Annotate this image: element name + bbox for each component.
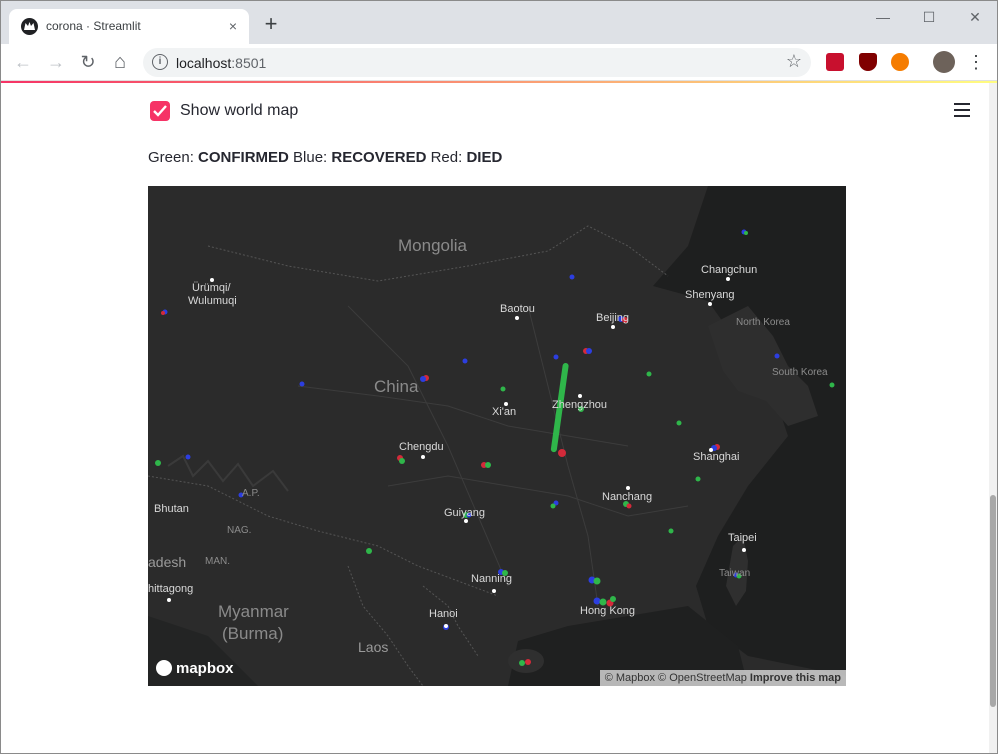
url-host: localhost <box>176 55 232 71</box>
address-bar[interactable]: i localhost:8501 ☆ <box>143 48 811 77</box>
city-dot <box>708 302 712 306</box>
mapbox-logo-icon <box>156 660 172 676</box>
legend-red-label: Red: <box>426 149 467 166</box>
map-label-manipur: MAN. <box>205 556 230 567</box>
legend-blue-value: RECOVERED <box>331 149 427 166</box>
city-dot <box>167 598 171 602</box>
map-label-north-korea: North Korea <box>736 317 790 328</box>
improve-map-link[interactable]: Improve this map <box>750 672 841 684</box>
browser-tab[interactable]: corona · Streamlit × <box>9 9 249 44</box>
streamlit-app: Show world map Green: CONFIRMED Blue: RE… <box>1 83 997 753</box>
map-label-chengdu: Chengdu <box>399 441 444 453</box>
back-icon[interactable]: ← <box>12 51 34 73</box>
extension-icon[interactable] <box>826 53 844 71</box>
tab-close-icon[interactable]: × <box>225 18 241 34</box>
legend-red-value: DIED <box>466 149 503 166</box>
legend-green-value: CONFIRMED <box>198 149 289 166</box>
extension-icon[interactable] <box>859 53 877 71</box>
map-label-myanmar: Myanmar <box>218 602 289 621</box>
city-dot <box>611 325 615 329</box>
attribution-text[interactable]: © Mapbox © OpenStreetMap <box>605 672 747 684</box>
map-label-wulumuqi: Wulumuqi <box>188 295 237 307</box>
page-scrollbar[interactable] <box>989 83 997 753</box>
city-dot <box>726 277 730 281</box>
legend-blue-label: Blue: <box>288 149 332 166</box>
new-tab-button[interactable]: + <box>261 13 281 35</box>
city-dot <box>742 548 746 552</box>
map-label-changchun: Changchun <box>701 264 758 276</box>
map-label-nanning: Nanning <box>471 573 512 585</box>
close-window-button[interactable]: ✕ <box>965 7 985 27</box>
mapbox-logo-text: mapbox <box>176 660 234 677</box>
map-label-nanchang: Nanchang <box>602 491 653 503</box>
city-dot <box>626 486 630 490</box>
legend-green-label: Green: <box>148 149 199 166</box>
star-icon[interactable]: ☆ <box>786 51 802 72</box>
checkbox-label[interactable]: Show world map <box>180 102 298 120</box>
browser-toolbar: ← → ↻ ⌂ i localhost:8501 ☆ ⋮ <box>1 44 997 81</box>
city-dot <box>578 394 582 398</box>
map-label-nag: NAG. <box>227 525 252 536</box>
mapbox-logo[interactable]: mapbox <box>156 660 234 677</box>
maximize-button[interactable]: ☐ <box>919 7 939 27</box>
tab-title: corona · Streamlit <box>46 19 141 33</box>
city-dot <box>444 624 448 628</box>
city-dot <box>421 455 425 459</box>
title-bar: corona · Streamlit × + — ☐ ✕ <box>1 1 997 44</box>
map-label-burma: (Burma) <box>222 624 284 643</box>
map-label-shanghai: Shanghai <box>693 451 740 463</box>
show-world-map-checkbox[interactable] <box>150 101 170 121</box>
forward-icon[interactable]: → <box>45 51 67 73</box>
map-label-ap: A.P. <box>242 488 260 499</box>
hamburger-menu-icon[interactable] <box>954 103 970 117</box>
map-label-urumqi: Ürümqi/ <box>192 282 231 294</box>
map-label-south-korea: South Korea <box>772 367 828 378</box>
browser-window: corona · Streamlit × + — ☐ ✕ ← → ↻ ⌂ i l… <box>0 0 998 754</box>
url-text[interactable]: localhost:8501 <box>176 55 266 71</box>
extension-icon[interactable] <box>891 53 909 71</box>
map-label-baotou: Baotou <box>500 303 535 315</box>
city-dot <box>464 519 468 523</box>
checkmark-icon <box>153 105 167 117</box>
scrollbar-thumb[interactable] <box>990 495 996 707</box>
city-dot <box>515 316 519 320</box>
map-label-xian: Xi'an <box>492 406 517 418</box>
map-label-beijing: Beijing <box>596 312 630 324</box>
map-label-bhutan: Bhutan <box>154 503 189 515</box>
map-label-hanoi: Hanoi <box>429 608 458 620</box>
map-label-zhengzhou: Zhengzhou <box>552 399 608 411</box>
map-label-guiyang: Guiyang <box>444 507 485 519</box>
map-label-mongolia: Mongolia <box>398 236 467 255</box>
map-label-taipei: Taipei <box>728 532 757 544</box>
map-attribution: © Mapbox © OpenStreetMap Improve this ma… <box>599 670 846 686</box>
map-label-bangladesh: adesh <box>148 554 187 570</box>
url-port: :8501 <box>231 55 267 71</box>
home-icon[interactable]: ⌂ <box>109 51 131 73</box>
city-dot <box>492 589 496 593</box>
map-label-chittagong: hittagong <box>148 583 194 595</box>
map-canvas[interactable]: Mongolia Changchun Shenyang Ürümqi/ Wulu… <box>148 186 846 686</box>
color-legend-text: Green: CONFIRMED Blue: RECOVERED Red: DI… <box>148 149 502 166</box>
avatar[interactable] <box>933 51 955 73</box>
info-icon[interactable]: i <box>152 54 168 70</box>
map-label-laos: Laos <box>358 639 389 655</box>
map-label-hong-kong: Hong Kong <box>580 605 636 617</box>
map-label-china: China <box>374 377 419 396</box>
map-label-taiwan: Taiwan <box>719 568 751 579</box>
map-label-shenyang: Shenyang <box>685 289 735 301</box>
streamlit-favicon-icon <box>21 18 38 35</box>
reload-icon[interactable]: ↻ <box>77 51 99 73</box>
kebab-menu-icon[interactable]: ⋮ <box>965 51 987 73</box>
minimize-button[interactable]: — <box>873 7 893 27</box>
